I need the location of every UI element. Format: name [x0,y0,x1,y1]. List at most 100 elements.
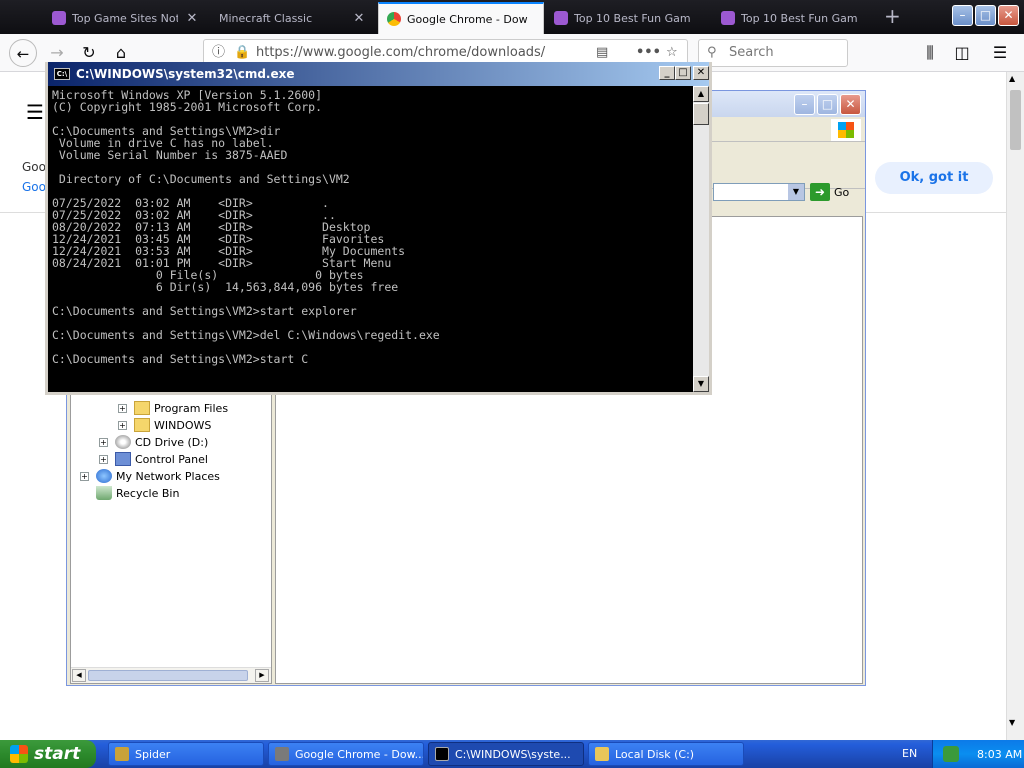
windows-logo-icon [10,745,28,763]
url-text: https://www.google.com/chrome/downloads/ [256,45,546,60]
console-line: C:\Documents and Settings\VM2>del C:\Win… [52,328,440,342]
control-panel-icon [115,452,131,466]
console-scrollbar[interactable]: ▲ ▼ [693,86,709,392]
scrollbar-thumb[interactable] [693,103,709,125]
page-scrollbar[interactable]: ▲ ▼ [1006,72,1024,740]
browser-tab[interactable]: Top 10 Best Fun Gam [713,2,877,34]
scrollbar-thumb[interactable] [1010,90,1021,150]
tree-item-label: CD Drive (D:) [135,435,209,449]
close-icon[interactable]: ✕ [840,94,861,115]
tree-item-label: WINDOWS [154,418,212,432]
maximize-icon[interactable]: □ [675,66,691,80]
tree-item-label: Control Panel [135,452,208,466]
tab-title: Top 10 Best Fun Gam [741,11,858,25]
tree-item[interactable]: + Control Panel [99,452,208,466]
taskbar-item[interactable]: Google Chrome - Dow... [268,742,424,766]
hamburger-menu-icon[interactable]: ☰ [26,100,44,124]
site-favicon-icon [721,11,735,25]
back-icon[interactable]: ← [9,39,37,67]
taskbar-item-active[interactable]: C:\WINDOWS\syste... [428,742,584,766]
console-output[interactable]: Microsoft Windows XP [Version 5.1.2600](… [48,86,693,392]
expand-icon[interactable]: + [118,420,127,430]
cmd-icon: C:\ [54,68,70,80]
scroll-left-icon[interactable]: ◀ [72,669,86,682]
scroll-right-icon[interactable]: ▶ [255,669,269,682]
start-button[interactable]: start [0,740,96,768]
minimize-icon[interactable]: _ [659,66,675,80]
tree-item[interactable]: + WINDOWS [118,418,211,432]
page-link[interactable]: Goo [22,180,46,194]
expand-icon[interactable]: + [118,403,127,413]
site-favicon-icon [554,11,568,25]
close-tab-icon[interactable]: ✕ [351,11,367,26]
cmd-window: C:\ C:\WINDOWS\system32\cmd.exe _ □ ✕ Mi… [45,62,712,395]
scroll-up-icon[interactable]: ▲ [1009,74,1015,83]
new-tab-icon[interactable]: + [884,4,901,28]
taskbar-item-label: Spider [135,747,171,761]
network-tray-icon[interactable] [943,746,959,762]
minimize-icon[interactable]: – [952,5,973,26]
close-tab-icon[interactable]: ✕ [184,11,200,26]
expand-icon[interactable]: + [99,437,108,447]
taskbar: start Spider Google Chrome - Dow... C:\W… [0,740,1024,768]
minimize-icon[interactable]: – [794,94,815,115]
start-label: start [34,744,81,764]
tree-item-label: Program Files [154,401,229,415]
scroll-down-icon[interactable]: ▼ [1009,718,1015,727]
tab-title: Top 10 Best Fun Gam [574,11,691,25]
clock: 8:03 AM [977,747,1023,761]
folder-icon [134,401,150,415]
tree-item[interactable]: Recycle Bin [96,486,179,500]
close-icon[interactable]: ✕ [693,66,709,80]
maximize-icon[interactable]: □ [817,94,838,115]
address-input[interactable]: ▼ [713,183,805,201]
scroll-down-icon[interactable]: ▼ [693,376,709,392]
library-icon[interactable]: ⫼ [916,39,944,67]
tree-item[interactable]: + Program Files [118,401,228,415]
windows-logo-icon [831,119,861,141]
network-icon [96,469,112,483]
folder-icon [134,418,150,432]
sidebar-icon[interactable]: ◫ [948,39,976,67]
browser-tab[interactable]: Top Game Sites Not Bl ✕ [44,2,208,34]
taskbar-item[interactable]: Local Disk (C:) [588,742,744,766]
cmd-icon [435,747,449,761]
cmd-title-bar[interactable]: C:\ C:\WINDOWS\system32\cmd.exe _ □ ✕ [48,62,709,86]
menu-icon[interactable]: ☰ [986,39,1014,67]
console-line: 6 Dir(s) 14,563,844,096 bytes free [52,280,399,294]
browser-tab-strip: Top Game Sites Not Bl ✕ Minecraft Classi… [0,0,1024,34]
browser-tab-active[interactable]: Google Chrome - Dow [378,2,544,34]
browser-tab[interactable]: Top 10 Best Fun Gam [546,2,710,34]
page-text: Goo [22,160,46,174]
browser-tab[interactable]: Minecraft Classic ✕ [211,2,375,34]
tree-item[interactable]: + CD Drive (D:) [99,435,208,449]
taskbar-item[interactable]: Spider [108,742,264,766]
console-line: (C) Copyright 1985-2001 Microsoft Corp. [52,100,323,114]
maximize-icon[interactable]: □ [975,5,996,26]
horizontal-scrollbar[interactable]: ◀ ▶ [71,667,271,683]
language-indicator[interactable]: EN [902,747,917,760]
spider-icon [115,747,129,761]
tree-item[interactable]: + My Network Places [80,469,220,483]
tree-item-label: Recycle Bin [116,486,180,500]
expand-icon[interactable]: + [99,454,108,464]
ok-got-it-button[interactable]: Ok, got it [875,162,993,194]
search-placeholder: Search [729,45,774,60]
cmd-title: C:\WINDOWS\system32\cmd.exe [76,67,295,81]
tab-title: Google Chrome - Dow [407,12,528,26]
tab-title: Top Game Sites Not Bl [72,11,178,25]
search-input[interactable]: ⚲ Search [698,39,848,67]
go-arrow-icon[interactable]: ➜ [810,183,830,201]
dropdown-arrow-icon[interactable]: ▼ [788,184,804,200]
folder-icon [595,747,609,761]
recycle-bin-icon [96,486,112,500]
expand-icon[interactable]: + [80,471,89,481]
system-tray: 8:03 AM [932,740,1024,768]
scroll-up-icon[interactable]: ▲ [693,86,709,102]
go-button[interactable]: Go [834,186,849,199]
scrollbar-thumb[interactable] [88,670,248,681]
close-icon[interactable]: ✕ [998,5,1019,26]
console-line: C:\Documents and Settings\VM2>start C [52,352,309,366]
site-favicon-icon [52,11,66,25]
tree-item-label: My Network Places [116,469,220,483]
